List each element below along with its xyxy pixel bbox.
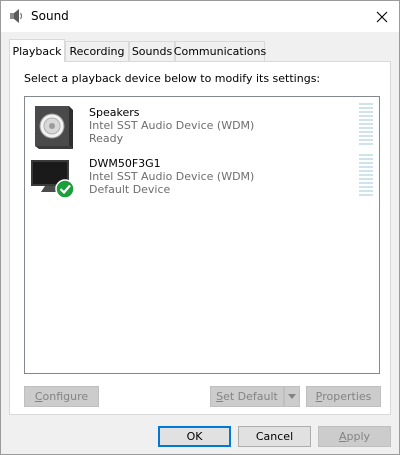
ok-label: OK bbox=[186, 430, 203, 443]
sound-app-icon bbox=[10, 9, 23, 23]
configure-button[interactable]: Configure bbox=[24, 386, 99, 407]
tab-communications-label: Communications bbox=[173, 45, 267, 58]
device-driver: Intel SST Audio Device (WDM) bbox=[89, 170, 255, 183]
volume-meter bbox=[359, 103, 373, 147]
set-default-label: et Default bbox=[223, 390, 278, 403]
chevron-down-icon bbox=[288, 394, 296, 399]
monitor-icon bbox=[31, 160, 75, 199]
properties-mnemonic: P bbox=[315, 390, 323, 403]
device-status: Default Device bbox=[89, 183, 171, 196]
device-item-dwm50f3g1[interactable]: DWM50F3G1 Intel SST Audio Device (WDM) D… bbox=[29, 154, 375, 202]
tab-recording[interactable]: Recording bbox=[65, 41, 129, 61]
apply-label: pply bbox=[346, 430, 371, 443]
default-check-icon bbox=[55, 179, 75, 199]
close-icon bbox=[376, 11, 388, 22]
tab-communications[interactable]: Communications bbox=[173, 41, 267, 61]
properties-button[interactable]: Properties bbox=[306, 386, 381, 407]
playback-panel: Select a playback device below to modify… bbox=[9, 61, 391, 415]
set-default-mnemonic: S bbox=[216, 390, 224, 403]
cancel-button[interactable]: Cancel bbox=[238, 426, 311, 447]
volume-meter bbox=[359, 154, 373, 198]
tab-sounds-label: Sounds bbox=[131, 45, 173, 58]
tab-sounds[interactable]: Sounds bbox=[129, 41, 175, 61]
ok-button[interactable]: OK bbox=[158, 426, 231, 447]
cancel-label: Cancel bbox=[255, 430, 294, 443]
tab-playback-label: Playback bbox=[12, 44, 62, 58]
tab-playback[interactable]: Playback bbox=[9, 39, 65, 62]
set-default-button[interactable]: Set Default bbox=[210, 386, 284, 407]
apply-button[interactable]: Apply bbox=[318, 426, 391, 447]
tab-strip: Playback Recording Sounds Communications bbox=[9, 39, 391, 62]
window-title: Sound bbox=[31, 9, 69, 23]
device-driver: Intel SST Audio Device (WDM) bbox=[89, 119, 255, 132]
sound-dialog: Sound Playback Recording Sounds Communic… bbox=[0, 0, 400, 455]
device-status: Ready bbox=[89, 132, 124, 145]
device-name: Speakers bbox=[89, 106, 140, 119]
apply-mnemonic: A bbox=[338, 430, 347, 443]
tab-recording-label: Recording bbox=[69, 45, 125, 58]
title-bar: Sound bbox=[1, 1, 399, 32]
configure-label: onfigure bbox=[42, 390, 89, 403]
device-name: DWM50F3G1 bbox=[89, 157, 161, 170]
set-default-dropdown-button[interactable] bbox=[284, 386, 300, 407]
speaker-icon bbox=[35, 106, 73, 149]
configure-mnemonic: C bbox=[34, 390, 43, 403]
properties-label: roperties bbox=[322, 390, 372, 403]
device-list[interactable]: Speakers Intel SST Audio Device (WDM) Re… bbox=[24, 96, 380, 374]
device-item-speakers[interactable]: Speakers Intel SST Audio Device (WDM) Re… bbox=[29, 103, 375, 151]
close-button[interactable] bbox=[365, 1, 399, 32]
instruction-text: Select a playback device below to modify… bbox=[24, 72, 321, 85]
